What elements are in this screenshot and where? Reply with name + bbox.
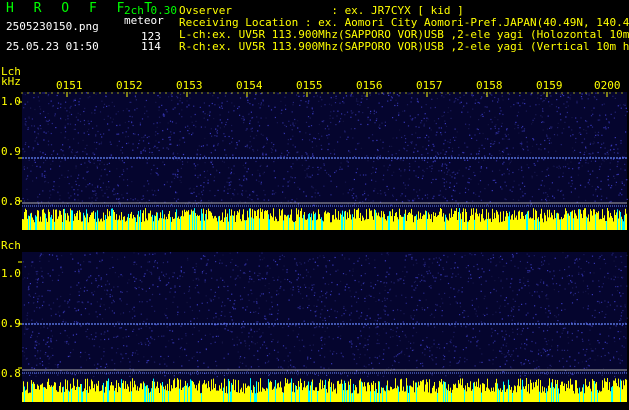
- rch-description: R-ch:ex. UV5R 113.900Mhz(SAPPORO VOR)USB…: [179, 40, 629, 53]
- spectrogram-canvas: [18, 92, 628, 402]
- rch-background: [22, 252, 627, 402]
- time-tick-label: 0159: [536, 79, 563, 92]
- rch-y-tick-label: 0.8: [1, 367, 21, 380]
- lch-unit-label: kHz: [1, 75, 21, 88]
- lch-spectrogram: [18, 92, 628, 230]
- lch-noise: [22, 92, 628, 207]
- rch-label: Rch: [1, 239, 21, 252]
- hroffft-window: H R O F F T 2ch 0.30 2505230150.png mete…: [0, 0, 629, 410]
- filename-label: 2505230150.png: [6, 20, 99, 33]
- time-tick-label: 0154: [236, 79, 263, 92]
- time-tick-label: 0151: [56, 79, 83, 92]
- time-tick-label: 0153: [176, 79, 203, 92]
- time-tick-label: 0157: [416, 79, 443, 92]
- lch-y-tick-label: 1.0: [1, 95, 21, 108]
- rch-level-bars: [22, 378, 627, 402]
- time-tick-label: 0155: [296, 79, 323, 92]
- meteor-count-rch: 114: [141, 40, 161, 53]
- rch-spectrogram: [18, 252, 628, 402]
- meteor-label: meteor: [124, 14, 164, 27]
- time-axis-ticks: [21, 92, 623, 97]
- lch-background: [22, 92, 627, 230]
- rch-y-tick-label: 1.0: [1, 267, 21, 280]
- time-tick-label: 0156: [356, 79, 383, 92]
- time-tick-label: 0158: [476, 79, 503, 92]
- lch-level-bars: [22, 208, 627, 230]
- time-tick-label: 0152: [116, 79, 143, 92]
- rch-y-tick-label: 0.9: [1, 317, 21, 330]
- datetime-label: 25.05.23 01:50: [6, 40, 99, 53]
- time-tick-label: 0200: [594, 79, 621, 92]
- lch-y-tick-label: 0.8: [1, 195, 21, 208]
- lch-y-tick-label: 0.9: [1, 145, 21, 158]
- rch-noise: [22, 252, 628, 378]
